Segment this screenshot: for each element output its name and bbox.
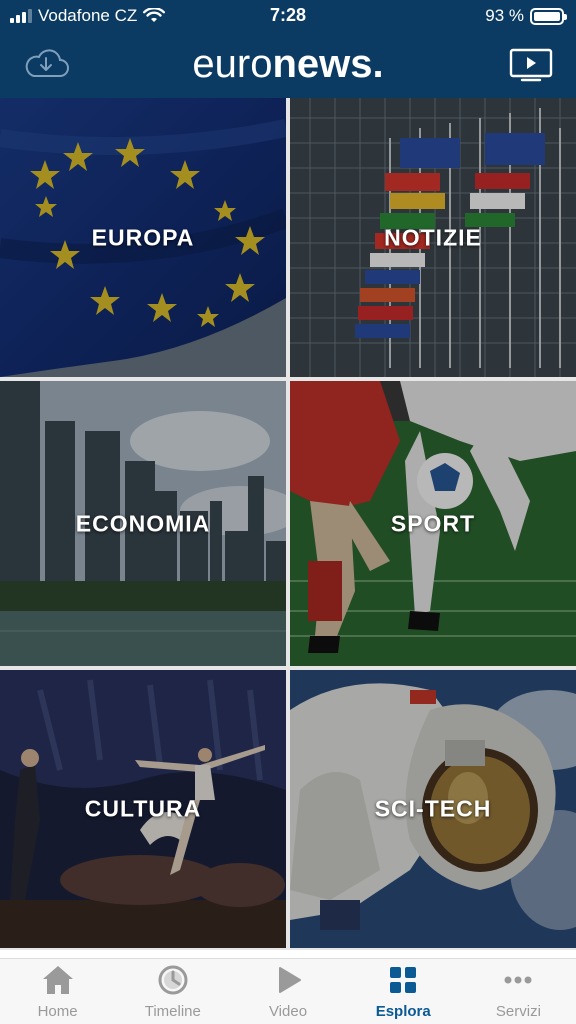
play-icon bbox=[279, 967, 301, 993]
category-label: SPORT bbox=[390, 510, 476, 536]
logo-text-euro: euro bbox=[192, 42, 273, 86]
tab-label: Timeline bbox=[144, 1003, 201, 1020]
category-grid: EUROPA NOTIZIE ECONOMIA SPORT CULTURA SC… bbox=[0, 98, 576, 950]
tab-home[interactable]: Home bbox=[0, 959, 115, 1024]
clock-icon bbox=[158, 965, 188, 995]
logo-text-news: news. bbox=[272, 42, 384, 86]
category-label: SCI-TECH bbox=[374, 795, 492, 822]
battery-percent: 93 % bbox=[485, 6, 524, 25]
category-label: NOTIZIE bbox=[384, 224, 482, 250]
tab-label: Servizi bbox=[495, 1003, 541, 1020]
category-tile-sci-tech[interactable]: SCI-TECH bbox=[290, 670, 576, 948]
tab-label: Video bbox=[268, 1003, 308, 1020]
bottom-tab-bar: Home Timeline Video Esplora Servizi bbox=[0, 958, 576, 1024]
grid-icon bbox=[390, 967, 417, 993]
category-tile-economia[interactable]: ECONOMIA bbox=[0, 381, 286, 666]
category-label: ECONOMIA bbox=[75, 510, 211, 536]
live-tv-button[interactable] bbox=[508, 46, 554, 84]
category-tile-europa[interactable]: EUROPA bbox=[0, 98, 286, 377]
category-tile-sport[interactable]: SPORT bbox=[290, 381, 576, 666]
tab-video[interactable]: Video bbox=[230, 959, 345, 1024]
tab-label: Home bbox=[37, 1003, 78, 1020]
status-bar: Vodafone CZ 7:28 93 % bbox=[0, 0, 576, 34]
category-label: CULTURA bbox=[84, 795, 202, 822]
status-right: 93 % bbox=[485, 6, 567, 26]
home-icon bbox=[42, 966, 73, 994]
tab-timeline[interactable]: Timeline bbox=[115, 959, 230, 1024]
euronews-logo: euronews. bbox=[0, 42, 576, 87]
tab-servizi[interactable]: Servizi bbox=[461, 959, 576, 1024]
tab-label: Esplora bbox=[375, 1003, 431, 1020]
category-tile-cultura[interactable]: CULTURA bbox=[0, 670, 286, 948]
category-tile-notizie[interactable]: NOTIZIE bbox=[290, 98, 576, 377]
battery-icon bbox=[530, 7, 567, 25]
category-label: EUROPA bbox=[91, 224, 195, 250]
app-header: euronews. bbox=[0, 34, 576, 98]
tab-esplora[interactable]: Esplora bbox=[346, 959, 461, 1024]
more-dots-icon bbox=[504, 976, 532, 984]
tv-play-icon bbox=[509, 48, 553, 82]
